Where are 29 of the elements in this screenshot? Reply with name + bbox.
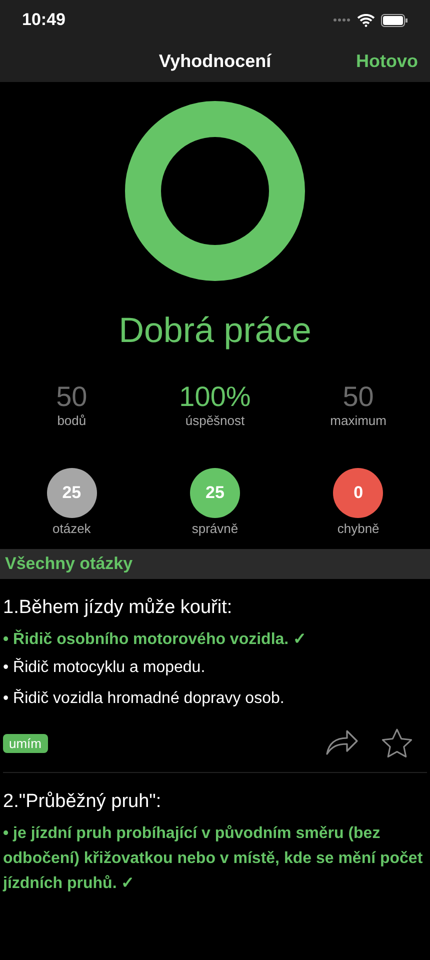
- question-title: 1.Během jízdy může kouřit:: [3, 597, 234, 619]
- signal-icon: [333, 18, 351, 22]
- status-time: 10:49: [22, 10, 66, 30]
- count-badge: 0: [333, 468, 384, 518]
- count-label: otázek: [52, 521, 91, 536]
- battery-icon: [381, 14, 408, 26]
- known-tag: umím: [3, 734, 48, 752]
- question-title: 2."Průběžný pruh":: [3, 791, 162, 813]
- count-badge: 25: [46, 468, 97, 518]
- stat-label: maximum: [330, 413, 386, 428]
- answer-option: • Řidič vozidla hromadné dopravy osob.: [3, 683, 427, 714]
- done-button[interactable]: Hotovo: [356, 50, 418, 72]
- answer-option: • Řidič osobního motorového vozidla. ✓: [3, 627, 427, 652]
- wifi-icon: [357, 14, 375, 26]
- stat-value: 50: [342, 381, 374, 413]
- nav-title: Vyhodnocení: [158, 50, 272, 72]
- answer-option: • Řidič motocyklu a mopedu.: [3, 652, 427, 683]
- count-label: chybně: [337, 521, 380, 536]
- section-header: Všechny otázky: [0, 549, 430, 579]
- stat-value: 50: [56, 381, 88, 413]
- star-icon[interactable]: [381, 728, 413, 758]
- stat-value: 100%: [179, 381, 251, 413]
- result-headline: Dobrá práce: [118, 311, 312, 351]
- answer-option: • je jízdní pruh probíhající v původním směru (bez odbočení) křižovatkou nebo v místě, kde se mění počet jízdních pruhů. ✓: [3, 821, 427, 896]
- count-label: správně: [192, 521, 238, 536]
- stat-label: bodů: [57, 413, 86, 428]
- count-badge: 25: [190, 468, 240, 518]
- share-icon[interactable]: [325, 728, 359, 756]
- stat-label: úspěšnost: [185, 413, 245, 428]
